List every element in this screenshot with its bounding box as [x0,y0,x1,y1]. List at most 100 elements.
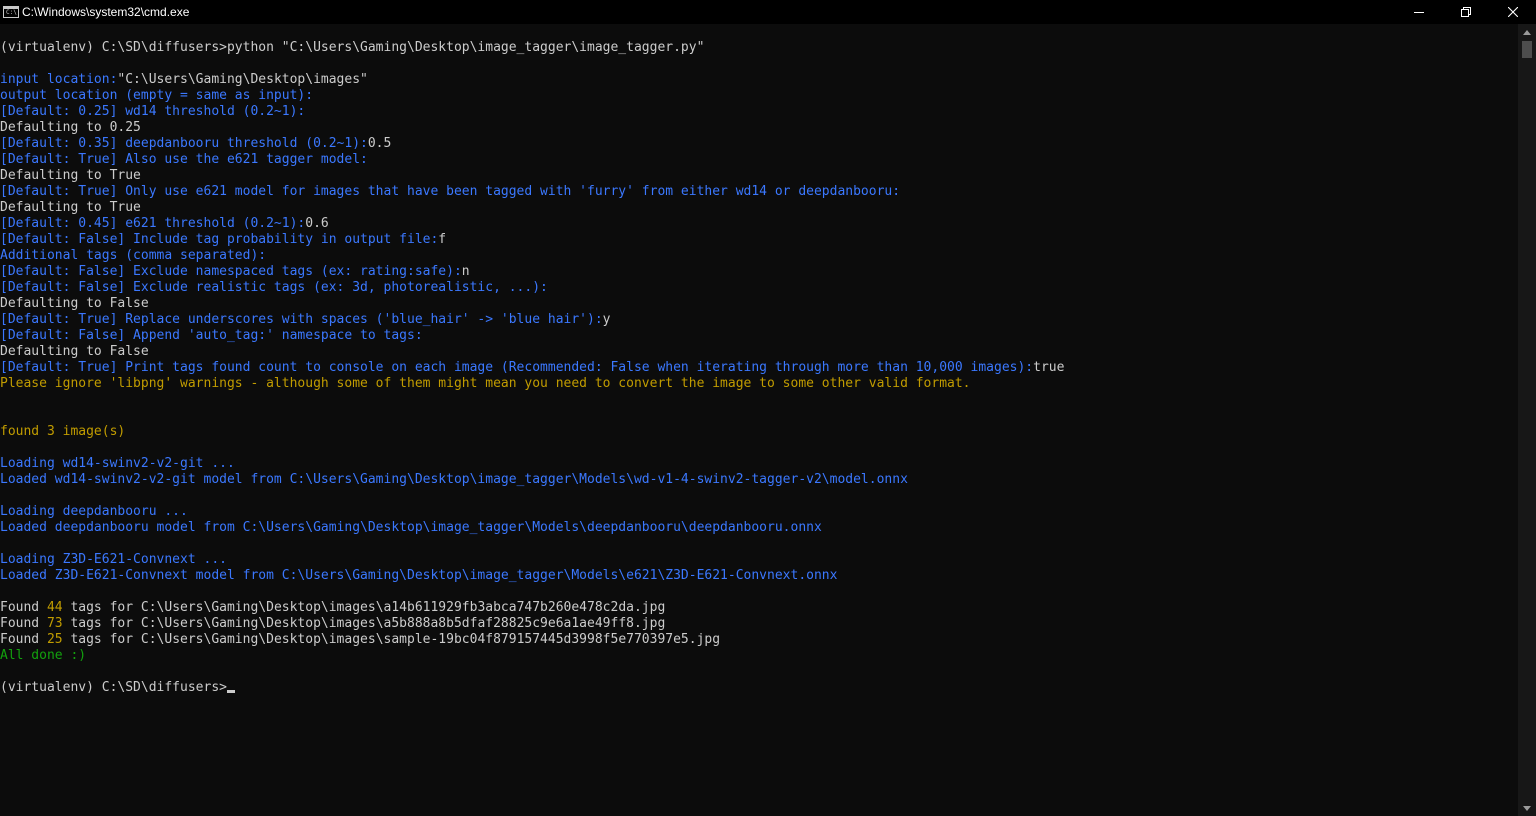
text-cursor [226,690,235,693]
console-text: Loaded deepdanbooru model from C:\Users\… [0,520,822,535]
minimize-icon [1413,12,1424,13]
console-text: Defaulting to False [0,296,149,311]
console-line: [Default: False] Append 'auto_tag:' name… [0,328,1518,344]
console-line: (virtualenv) C:\SD\diffusers> [0,680,1518,696]
close-icon [1507,7,1518,17]
console-line: Loading Z3D-E621-Convnext ... [0,552,1518,568]
scroll-up-button[interactable] [1518,24,1536,40]
close-button[interactable] [1489,0,1536,24]
console-line: Additional tags (comma separated): [0,248,1518,264]
console-text: [Default: 0.45] e621 threshold (0.2~1): [0,216,306,231]
console-text: Defaulting to True [0,168,141,183]
scroll-down-arrow-icon [1523,805,1531,811]
console-line: Defaulting to True [0,168,1518,184]
console-text: 0.5 [367,136,392,151]
console-text: "C:\Users\Gaming\Desktop\images" [117,72,368,87]
console-line: Defaulting to True [0,200,1518,216]
console-line: All done :) [0,648,1518,664]
console-text: Found [0,632,47,647]
console-line: Defaulting to 0.25 [0,120,1518,136]
console-text: Loading Z3D-E621-Convnext ... [0,552,227,567]
console-text: All done :) [0,648,87,663]
console-line: Loaded Z3D-E621-Convnext model from C:\U… [0,568,1518,584]
console-output[interactable]: (virtualenv) C:\SD\diffusers>python "C:\… [0,24,1518,816]
console-text: [Default: False] Append 'auto_tag:' name… [0,328,423,343]
window-title: C:\Windows\system32\cmd.exe [22,5,190,19]
console-line: input location:"C:\Users\Gaming\Desktop\… [0,72,1518,88]
console-line: [Default: 0.35] deepdanbooru threshold (… [0,136,1518,152]
console-text: Additional tags (comma separated): [0,248,267,263]
console-line: Please ignore 'libpng' warnings - althou… [0,376,1518,392]
console-line: Defaulting to False [0,344,1518,360]
console-line: Loading wd14-swinv2-v2-git ... [0,456,1518,472]
console-line: [Default: 0.25] wd14 threshold (0.2~1): [0,104,1518,120]
console-line: [Default: 0.45] e621 threshold (0.2~1):0… [0,216,1518,232]
console-text: [Default: 0.35] deepdanbooru threshold (… [0,136,368,151]
minimize-button[interactable] [1395,0,1442,24]
console-text: found 3 image(s) [0,424,126,439]
console-text: 44 [46,600,63,615]
console-text: [Default: False] Exclude namespaced tags… [0,264,462,279]
console-line: [Default: False] Exclude realistic tags … [0,280,1518,296]
scroll-thumb[interactable] [1522,41,1532,58]
console-text: tags for C:\Users\Gaming\Desktop\images\… [62,632,721,647]
console-text: Please ignore 'libpng' warnings - althou… [0,376,971,391]
console-text: Defaulting to True [0,200,141,215]
console-text: (virtualenv) C:\SD\diffusers>python "C:\… [0,40,705,55]
cmd-icon[interactable]: C:\ [3,6,19,18]
scroll-down-button[interactable] [1518,800,1536,816]
window-controls [1395,0,1536,24]
scroll-up-arrow-icon [1523,29,1531,35]
cmd-window: C:\ C:\Windows\system32\cmd.exe (virtual… [0,0,1536,816]
console-text: y [602,312,611,327]
console-line: Loaded wd14-swinv2-v2-git model from C:\… [0,472,1518,488]
console-line: [Default: True] Only use e621 model for … [0,184,1518,200]
console-text: (virtualenv) C:\SD\diffusers> [0,680,227,695]
console-line: [Default: True] Also use the e621 tagger… [0,152,1518,168]
console-line: Found 25 tags for C:\Users\Gaming\Deskto… [0,632,1518,648]
console-text: f [438,232,447,247]
console-text: Loading wd14-swinv2-v2-git ... [0,456,235,471]
console-text: tags for C:\Users\Gaming\Desktop\images\… [62,616,666,631]
console-line: [Default: True] Replace underscores with… [0,312,1518,328]
console-text: 0.6 [305,216,329,231]
console-text: [Default: True] Also use the e621 tagger… [0,152,368,167]
console-text: input location: [0,72,118,87]
console-text: [Default: True] Print tags found count t… [0,360,1034,375]
console-text: true [1033,360,1065,375]
console-line: [Default: False] Include tag probability… [0,232,1518,248]
title-bar[interactable]: C:\ C:\Windows\system32\cmd.exe [0,0,1536,24]
console-line: Found 44 tags for C:\Users\Gaming\Deskto… [0,600,1518,616]
console-text: [Default: False] Exclude realistic tags … [0,280,548,295]
console-text: 73 [46,616,63,631]
console-text: output location (empty = same as input): [0,88,314,103]
console-line: Defaulting to False [0,296,1518,312]
console-text: Found [0,600,47,615]
console-line: [Default: False] Exclude namespaced tags… [0,264,1518,280]
console-text: Loaded Z3D-E621-Convnext model from C:\U… [0,568,838,583]
console-line: Loaded deepdanbooru model from C:\Users\… [0,520,1518,536]
console-line: output location (empty = same as input): [0,88,1518,104]
console-line: (virtualenv) C:\SD\diffusers>python "C:\… [0,40,1518,56]
console-line: Found 73 tags for C:\Users\Gaming\Deskto… [0,616,1518,632]
console-text: [Default: 0.25] wd14 threshold (0.2~1): [0,104,306,119]
console-text: Found [0,616,47,631]
console-text: [Default: True] Only use e621 model for … [0,184,901,199]
console-text: [Default: False] Include tag probability… [0,232,439,247]
console-text: [Default: True] Replace underscores with… [0,312,603,327]
console-text: Loaded wd14-swinv2-v2-git model from C:\… [0,472,908,487]
console-text: Defaulting to 0.25 [0,120,141,135]
console-line: found 3 image(s) [0,424,1518,440]
vertical-scrollbar[interactable] [1518,24,1536,816]
console-text: 25 [46,632,63,647]
restore-button[interactable] [1442,0,1489,24]
console-line: [Default: True] Print tags found count t… [0,360,1518,376]
console-text: Loading deepdanbooru ... [0,504,188,519]
